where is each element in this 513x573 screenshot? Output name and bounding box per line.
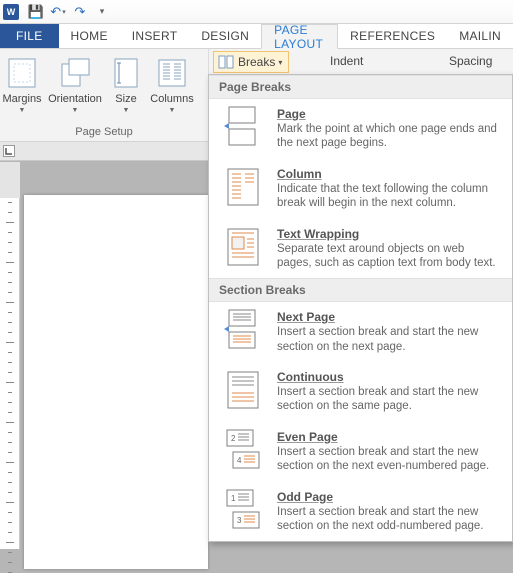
break-item-desc: Separate text around objects on web page… — [277, 242, 502, 271]
svg-text:3: 3 — [237, 516, 242, 525]
break-item-desc: Insert a section break and start the new… — [277, 445, 502, 474]
word-app-icon: W — [3, 4, 19, 20]
document-page[interactable] — [24, 195, 208, 569]
breaks-icon — [218, 55, 234, 69]
group-label-page-setup: Page Setup — [0, 125, 208, 140]
dropdown-header-section-breaks: Section Breaks — [209, 278, 512, 302]
undo-button[interactable]: ↶▾ — [47, 2, 69, 22]
svg-text:1: 1 — [231, 494, 236, 503]
indent-label: Indent — [330, 54, 363, 68]
odd-page-break-icon: 13 — [223, 490, 263, 530]
break-item-text-wrapping[interactable]: Text Wrapping Separate text around objec… — [209, 219, 512, 279]
break-item-desc: Indicate that the text following the col… — [277, 182, 502, 211]
qat-customize-button[interactable]: ▾ — [91, 2, 113, 22]
break-item-title: Odd Page — [277, 490, 502, 504]
chevron-down-icon: ▼ — [123, 107, 130, 114]
ribbon-tabstrip: FILE HOME INSERT DESIGN PAGE LAYOUT REFE… — [0, 24, 513, 49]
tab-selector-icon[interactable] — [3, 145, 15, 157]
break-item-title: Text Wrapping — [277, 227, 502, 241]
column-break-icon — [223, 167, 263, 207]
break-item-desc: Insert a section break and start the new… — [277, 505, 502, 534]
chevron-down-icon: ▼ — [169, 107, 176, 114]
save-button[interactable]: 💾 — [25, 2, 47, 22]
orientation-icon — [59, 57, 91, 89]
break-item-title: Continuous — [277, 370, 502, 384]
tab-page-layout[interactable]: PAGE LAYOUT — [261, 24, 338, 49]
text-wrapping-break-icon — [223, 227, 263, 267]
break-item-title: Column — [277, 167, 502, 181]
columns-button[interactable]: Columns ▼ — [146, 53, 198, 125]
even-page-break-icon: 24 — [223, 430, 263, 470]
breaks-dropdown-menu: Page Breaks Page Mark the point at which… — [208, 74, 513, 542]
break-item-continuous[interactable]: Continuous Insert a section break and st… — [209, 362, 512, 422]
break-item-title: Even Page — [277, 430, 502, 444]
break-item-column[interactable]: Column Indicate that the text following … — [209, 159, 512, 219]
chevron-down-icon: ▾ — [278, 58, 282, 67]
break-item-page[interactable]: Page Mark the point at which one page en… — [209, 99, 512, 159]
break-item-desc: Insert a section break and start the new… — [277, 385, 502, 414]
tab-references[interactable]: REFERENCES — [338, 24, 447, 48]
tab-mailings[interactable]: MAILIN — [447, 24, 513, 48]
dropdown-header-page-breaks: Page Breaks — [209, 75, 512, 99]
page-break-icon — [223, 107, 263, 147]
break-item-desc: Mark the point at which one page ends an… — [277, 122, 502, 151]
continuous-break-icon — [223, 370, 263, 410]
margins-icon — [6, 57, 38, 89]
break-item-odd-page[interactable]: 13 Odd Page Insert a section break and s… — [209, 482, 512, 542]
next-page-break-icon — [223, 310, 263, 350]
redo-icon: ↷ — [75, 4, 86, 20]
tab-design[interactable]: DESIGN — [189, 24, 261, 48]
margins-button[interactable]: Margins ▼ — [0, 53, 44, 125]
group-page-setup: Margins ▼ Orientation ▼ Size ▼ — [0, 49, 209, 141]
break-item-desc: Insert a section break and start the new… — [277, 325, 502, 354]
svg-text:4: 4 — [237, 456, 242, 465]
break-item-next-page[interactable]: Next Page Insert a section break and sta… — [209, 302, 512, 362]
tab-insert[interactable]: INSERT — [120, 24, 190, 48]
tab-file[interactable]: FILE — [0, 24, 59, 48]
tab-home[interactable]: HOME — [59, 24, 120, 48]
columns-icon — [156, 57, 188, 89]
title-bar: W 💾 ↶▾ ↷ ▾ — [0, 0, 513, 24]
size-icon — [110, 57, 142, 89]
save-icon: 💾 — [28, 4, 44, 20]
vertical-ruler — [0, 162, 20, 549]
svg-text:2: 2 — [231, 434, 236, 443]
undo-icon: ↶ — [50, 4, 61, 20]
breaks-dropdown-button[interactable]: Breaks ▾ — [213, 51, 289, 73]
size-button[interactable]: Size ▼ — [106, 53, 146, 125]
redo-button[interactable]: ↷ — [69, 2, 91, 22]
chevron-down-icon: ▼ — [19, 107, 26, 114]
break-item-even-page[interactable]: 24 Even Page Insert a section break and … — [209, 422, 512, 482]
break-item-title: Page — [277, 107, 502, 121]
spacing-label: Spacing — [449, 54, 492, 68]
chevron-down-icon: ▼ — [72, 107, 79, 114]
break-item-title: Next Page — [277, 310, 502, 324]
orientation-button[interactable]: Orientation ▼ — [44, 53, 106, 125]
